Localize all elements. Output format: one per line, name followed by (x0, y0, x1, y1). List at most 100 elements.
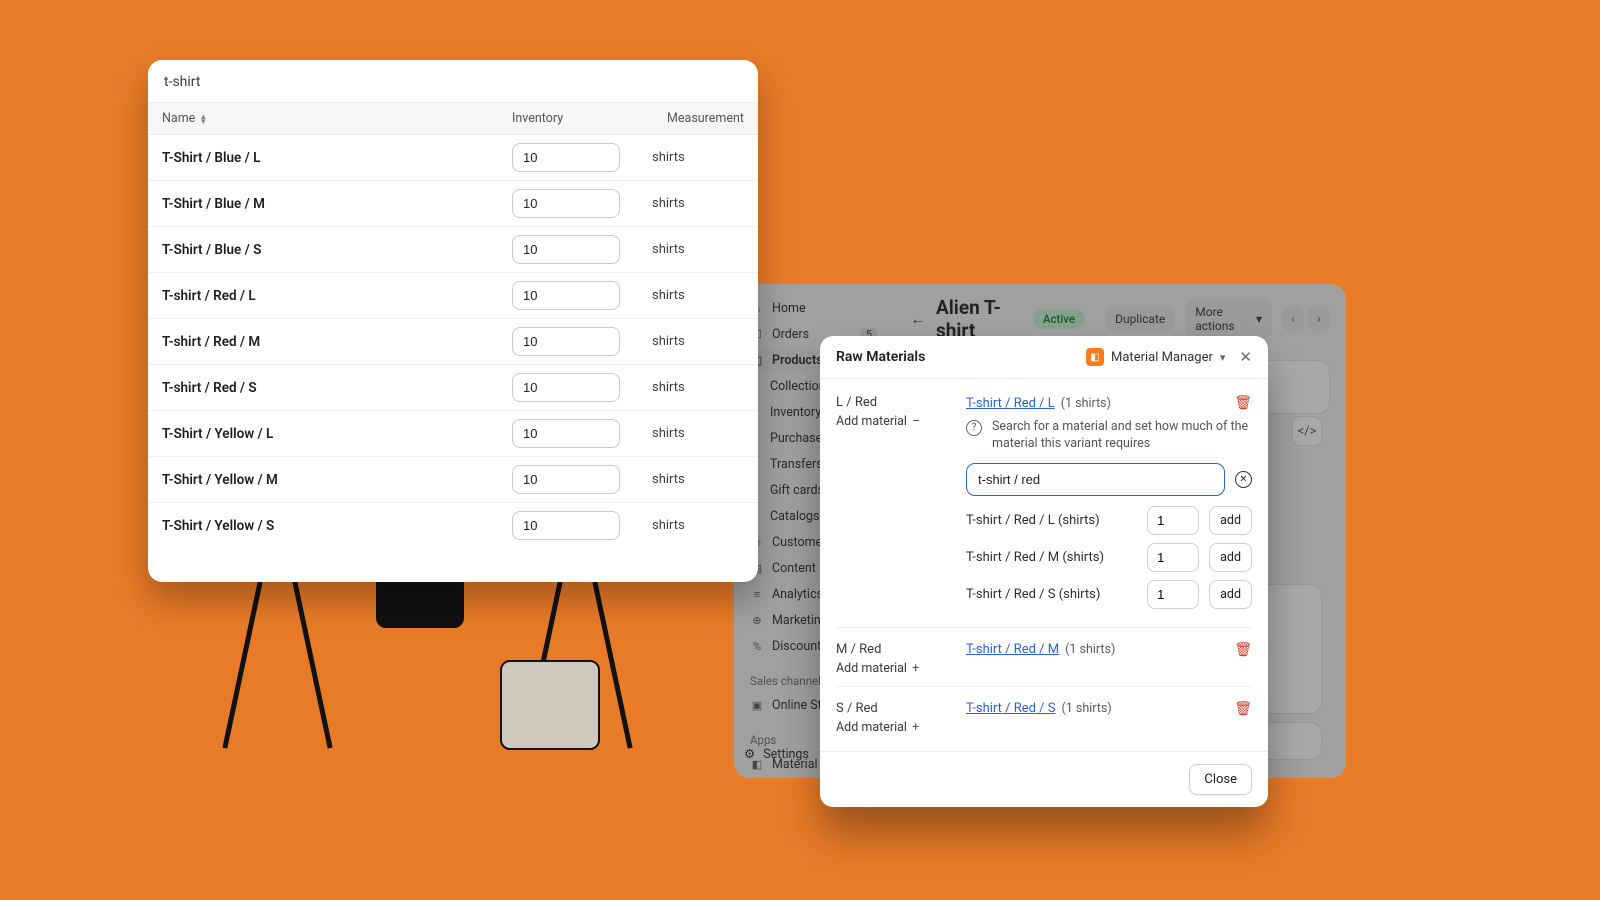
table-row: T-Shirt / Blue / L shirts (148, 135, 758, 181)
add-material-button[interactable]: Add material – (836, 414, 948, 429)
chevron-down-icon: ▾ (1220, 351, 1226, 364)
gear-icon: ⚙ (744, 746, 755, 762)
table-row: T-Shirt / Blue / S shirts (148, 227, 758, 273)
variant-name[interactable]: T-Shirt / Blue / S (162, 242, 512, 258)
inventory-qty-input[interactable] (512, 189, 620, 218)
variant-name[interactable]: T-shirt / Red / L (162, 288, 512, 304)
variant-name-label: M / Red (836, 642, 948, 657)
inventory-qty-input[interactable] (512, 235, 620, 264)
table-row: T-shirt / Red / S shirts (148, 365, 758, 411)
inventory-header: Name ▲▼ Inventory Measurement (148, 103, 758, 135)
measurement-unit: shirts (652, 242, 744, 257)
prev-page-button[interactable]: ‹ (1282, 307, 1304, 331)
status-badge: Active (1033, 309, 1085, 329)
variant-block: M / Red Add material + T-shirt / Red / M (… (836, 627, 1252, 686)
col-inventory-label: Inventory (512, 111, 652, 126)
measurement-unit: shirts (652, 288, 744, 303)
variant-name[interactable]: T-Shirt / Blue / M (162, 196, 512, 212)
result-label: T-shirt / Red / L (shirts) (966, 513, 1137, 528)
next-page-button[interactable]: › (1308, 307, 1330, 331)
result-label: T-shirt / Red / M (shirts) (966, 550, 1137, 565)
measurement-unit: shirts (652, 196, 744, 211)
analytics-icon: ≡ (750, 588, 764, 602)
add-button[interactable]: add (1209, 580, 1252, 609)
raw-materials-modal: Raw Materials ◧ Material Manager ▾ ✕ L /… (820, 336, 1268, 807)
measurement-unit: shirts (652, 472, 744, 487)
sidebar-item-home[interactable]: ⌂Home (744, 298, 884, 319)
inventory-card: t-shirt Name ▲▼ Inventory Measurement T-… (148, 60, 758, 582)
minus-icon: – (912, 414, 920, 429)
variant-block: L / Red Add material – T-shirt / Red / L (… (836, 391, 1252, 627)
chevron-down-icon: ▾ (1256, 312, 1262, 326)
measurement-unit: shirts (652, 518, 744, 533)
inventory-qty-input[interactable] (512, 465, 620, 494)
material-manager-logo-icon: ◧ (1086, 348, 1104, 366)
marketing-icon: ⊕ (750, 614, 764, 628)
trash-icon[interactable]: 🗑 (1234, 701, 1252, 717)
inventory-qty-input[interactable] (512, 327, 620, 356)
variant-name[interactable]: T-Shirt / Yellow / S (162, 518, 512, 534)
result-qty-input[interactable] (1147, 580, 1199, 609)
plus-icon: + (912, 720, 919, 735)
close-icon[interactable]: ✕ (1239, 348, 1252, 366)
material-search-input[interactable] (966, 463, 1225, 496)
table-row: T-Shirt / Yellow / M shirts (148, 457, 758, 503)
result-qty-input[interactable] (1147, 506, 1199, 535)
table-row: T-Shirt / Yellow / L shirts (148, 411, 758, 457)
material-qty-text: (1 shirts) (1065, 642, 1115, 657)
add-material-button[interactable]: Add material + (836, 720, 948, 735)
sidebar-item-settings[interactable]: ⚙Settings (744, 746, 809, 762)
col-measurement-label: Measurement (652, 111, 744, 126)
variant-name-label: S / Red (836, 701, 948, 716)
inventory-search-input[interactable]: t-shirt (148, 60, 758, 103)
variant-name[interactable]: T-Shirt / Yellow / L (162, 426, 512, 442)
inventory-qty-input[interactable] (512, 419, 620, 448)
more-actions-button[interactable]: More actions▾ (1185, 300, 1272, 338)
app-chip[interactable]: ◧ Material Manager ▾ (1086, 348, 1225, 366)
table-row: T-shirt / Red / M shirts (148, 319, 758, 365)
table-row: T-shirt / Red / L shirts (148, 273, 758, 319)
variant-name[interactable]: T-shirt / Red / S (162, 380, 512, 396)
close-button[interactable]: Close (1189, 764, 1252, 795)
plus-icon: + (912, 661, 919, 676)
material-link[interactable]: T-shirt / Red / L (966, 396, 1055, 411)
table-row: T-Shirt / Blue / M shirts (148, 181, 758, 227)
hint-text: Search for a material and set how much o… (992, 419, 1252, 453)
back-arrow-icon[interactable]: ← (910, 309, 926, 329)
result-qty-input[interactable] (1147, 543, 1199, 572)
col-name-label[interactable]: Name (162, 111, 195, 126)
variant-name[interactable]: T-Shirt / Blue / L (162, 150, 512, 166)
store-icon: ▣ (750, 699, 764, 713)
inventory-qty-input[interactable] (512, 281, 620, 310)
add-material-button[interactable]: Add material + (836, 661, 948, 676)
duplicate-button[interactable]: Duplicate (1105, 307, 1175, 331)
material-link[interactable]: T-shirt / Red / S (966, 701, 1055, 716)
measurement-unit: shirts (652, 426, 744, 441)
inventory-qty-input[interactable] (512, 373, 620, 402)
measurement-unit: shirts (652, 334, 744, 349)
sort-icon[interactable]: ▲▼ (199, 114, 207, 124)
result-label: T-shirt / Red / S (shirts) (966, 587, 1137, 602)
search-result-row: T-shirt / Red / L (shirts) add (966, 506, 1252, 535)
variant-name[interactable]: T-Shirt / Yellow / M (162, 472, 512, 488)
trash-icon[interactable]: 🗑 (1234, 395, 1252, 411)
variant-name-label: L / Red (836, 395, 948, 410)
inventory-qty-input[interactable] (512, 143, 620, 172)
search-result-row: T-shirt / Red / S (shirts) add (966, 580, 1252, 609)
help-icon[interactable]: ? (966, 420, 982, 436)
measurement-unit: shirts (652, 150, 744, 165)
table-row: T-Shirt / Yellow / S shirts (148, 503, 758, 548)
variant-name[interactable]: T-shirt / Red / M (162, 334, 512, 350)
inventory-qty-input[interactable] (512, 511, 620, 540)
add-button[interactable]: add (1209, 543, 1252, 572)
add-button[interactable]: add (1209, 506, 1252, 535)
clear-search-icon[interactable]: ✕ (1235, 471, 1252, 488)
discounts-icon: % (750, 640, 764, 654)
material-qty-text: (1 shirts) (1061, 701, 1111, 716)
trash-icon[interactable]: 🗑 (1234, 642, 1252, 658)
code-view-button[interactable]: </> (1292, 416, 1322, 446)
measurement-unit: shirts (652, 380, 744, 395)
search-result-row: T-shirt / Red / M (shirts) add (966, 543, 1252, 572)
variant-block: S / Red Add material + T-shirt / Red / S (… (836, 686, 1252, 745)
material-link[interactable]: T-shirt / Red / M (966, 642, 1059, 657)
